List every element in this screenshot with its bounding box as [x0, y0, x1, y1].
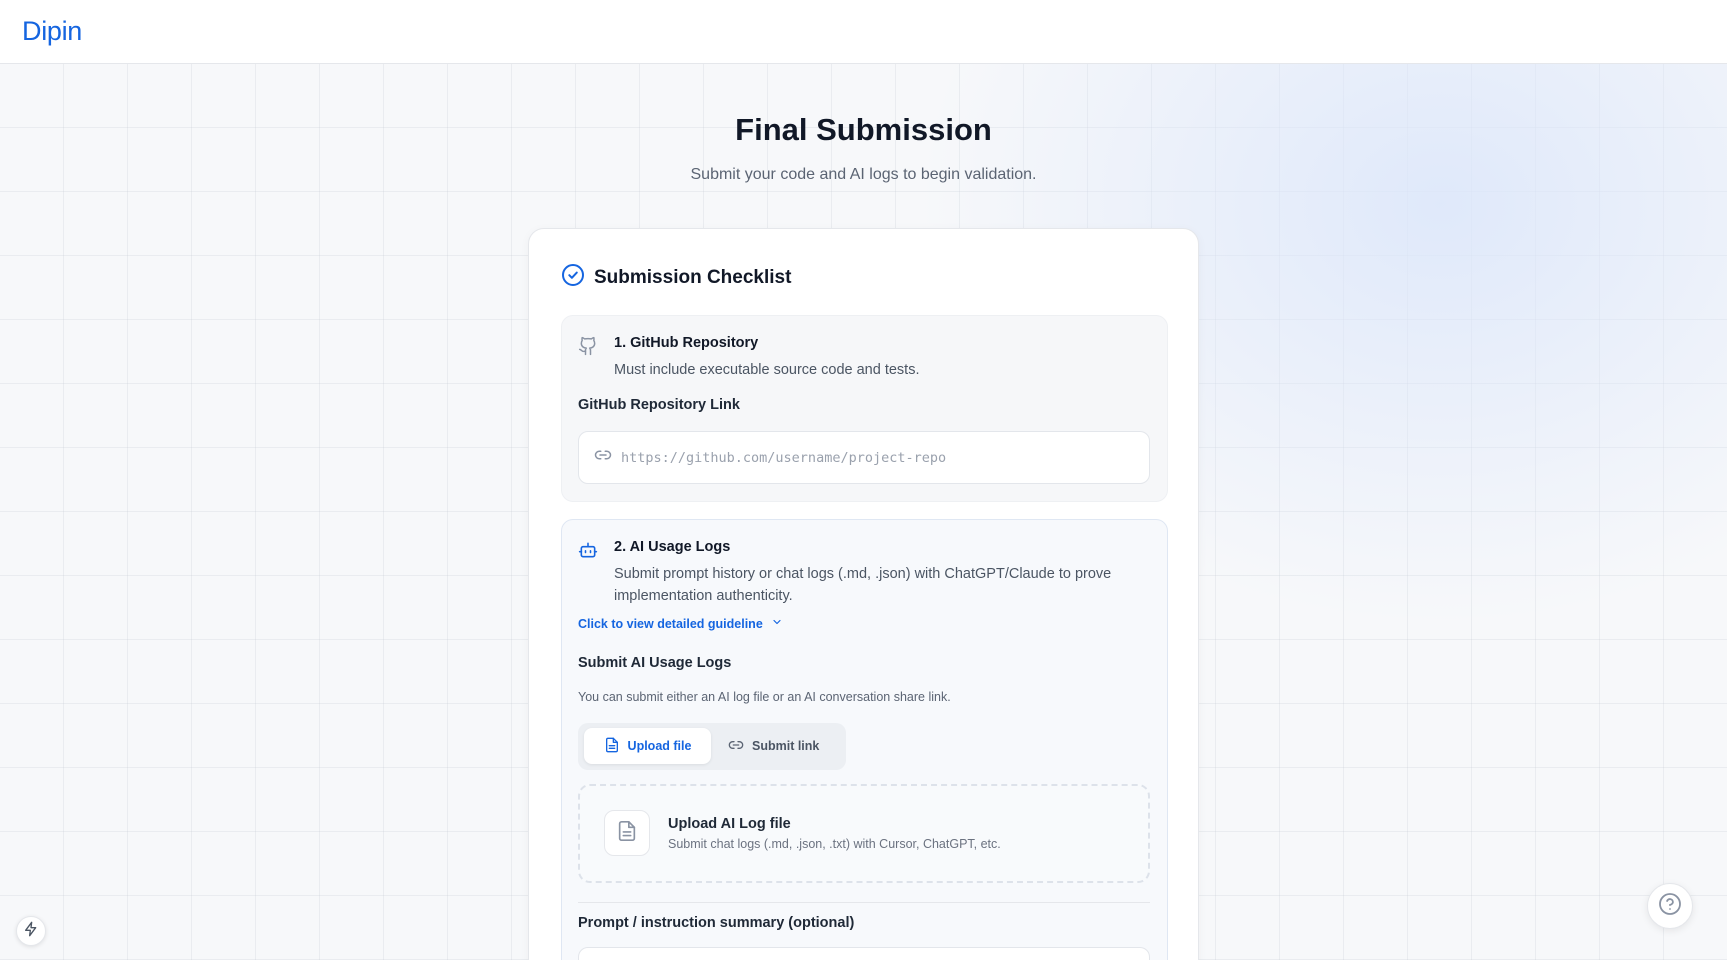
prompt-summary-textarea[interactable] — [578, 947, 1150, 960]
github-section-description: Must include executable source code and … — [614, 362, 920, 378]
github-link-label: GitHub Repository Link — [578, 397, 740, 413]
link-icon — [728, 737, 744, 756]
link-icon — [594, 446, 612, 469]
top-header: Dipin — [0, 0, 1727, 64]
file-icon — [604, 737, 620, 756]
guideline-toggle[interactable]: Click to view detailed guideline — [578, 616, 783, 631]
tab-submit-link-label: Submit link — [752, 739, 820, 753]
document-icon — [616, 820, 638, 847]
github-section: 1. GitHub Repository Must include execut… — [561, 315, 1168, 502]
ai-logs-section: 2. AI Usage Logs Submit prompt history o… — [561, 519, 1168, 960]
dropzone-subtitle: Submit chat logs (.md, .json, .txt) with… — [668, 837, 1001, 851]
submission-mode-toggle: Upload file Submit link — [578, 723, 846, 770]
lightning-icon — [23, 921, 39, 942]
submission-card: Submission Checklist 1. GitHub Repositor… — [528, 228, 1199, 960]
github-icon — [578, 336, 598, 356]
submit-ai-logs-label: Submit AI Usage Logs — [578, 655, 732, 671]
page-title: Final Submission — [735, 112, 992, 147]
ai-logs-helper-text: You can submit either an AI log file or … — [578, 690, 951, 704]
chevron-down-icon — [771, 616, 783, 631]
divider — [578, 902, 1150, 903]
checklist-header: Submission Checklist — [561, 263, 791, 292]
github-url-field[interactable] — [578, 431, 1150, 484]
github-section-title: 1. GitHub Repository — [614, 335, 759, 351]
tab-submit-link[interactable]: Submit link — [728, 728, 838, 764]
robot-icon — [578, 540, 598, 560]
main-content: Final Submission Submit your code and AI… — [0, 64, 1727, 960]
tab-upload-file[interactable]: Upload file — [584, 728, 711, 764]
help-button[interactable] — [1647, 883, 1693, 929]
ai-logs-section-title: 2. AI Usage Logs — [614, 539, 731, 555]
tab-upload-file-label: Upload file — [627, 739, 692, 753]
check-circle-icon — [561, 263, 585, 292]
quick-action-button[interactable] — [16, 916, 46, 946]
dropzone-title: Upload AI Log file — [668, 816, 791, 832]
ai-logs-section-description: Submit prompt history or chat logs (.md,… — [614, 566, 1112, 604]
page-subtitle: Submit your code and AI logs to begin va… — [690, 166, 1037, 183]
guideline-link-label: Click to view detailed guideline — [578, 616, 763, 631]
github-url-input[interactable] — [621, 449, 1121, 466]
file-tile — [604, 810, 650, 856]
ai-log-dropzone[interactable]: Upload AI Log file Submit chat logs (.md… — [578, 784, 1150, 883]
prompt-summary-label: Prompt / instruction summary (optional) — [578, 915, 855, 931]
app-logo[interactable]: Dipin — [22, 16, 82, 47]
checklist-title: Submission Checklist — [594, 266, 792, 288]
help-circle-icon — [1658, 892, 1682, 921]
